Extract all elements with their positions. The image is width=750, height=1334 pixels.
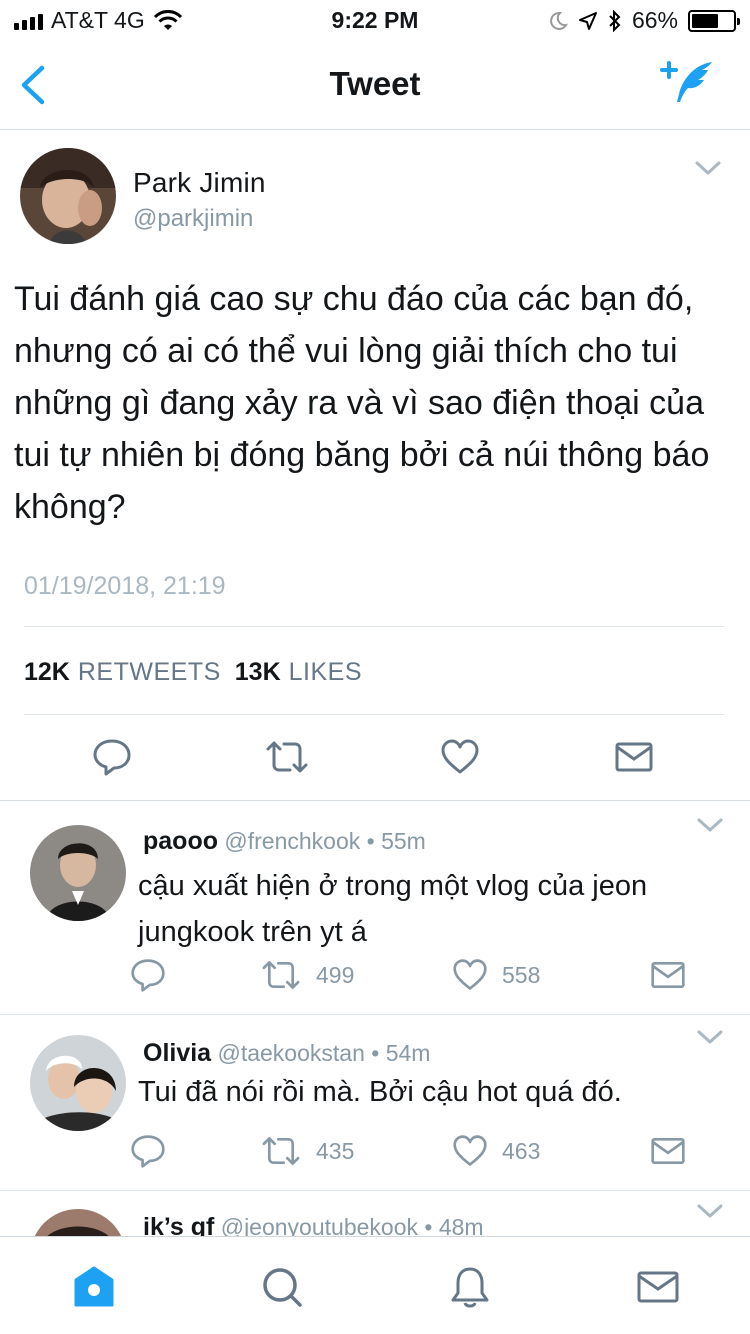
reply-actions: 435 463 xyxy=(130,1133,710,1173)
likes-stat[interactable]: 13K LIKES xyxy=(235,658,362,687)
retweet-count: 499 xyxy=(316,961,355,988)
reply-author-name[interactable]: ik’s gf xyxy=(143,1213,214,1236)
retweet-icon xyxy=(262,1137,300,1165)
likes-label: LIKES xyxy=(288,658,363,686)
tab-home[interactable] xyxy=(72,1265,116,1309)
reply-button[interactable] xyxy=(130,957,166,993)
divider xyxy=(24,714,724,715)
reply-header: paooo @frenchkook • 55m xyxy=(143,827,426,856)
reply-author-handle[interactable]: @taekookstan xyxy=(217,1040,364,1066)
likes-count: 13K xyxy=(234,658,281,686)
retweet-button[interactable]: 499 xyxy=(260,957,354,993)
chevron-down-icon[interactable] xyxy=(696,1203,724,1219)
tab-notifications[interactable] xyxy=(448,1265,492,1309)
chevron-down-icon[interactable] xyxy=(696,817,724,833)
bluetooth-icon xyxy=(609,9,621,32)
reply-icon xyxy=(93,739,131,776)
retweet-button[interactable]: 435 xyxy=(260,1133,354,1169)
page-title: Tweet xyxy=(329,65,421,102)
compose-tweet-button[interactable] xyxy=(660,56,720,108)
avatar-image xyxy=(20,148,116,244)
retweet-button[interactable] xyxy=(264,737,310,777)
message-button[interactable] xyxy=(650,1133,686,1169)
tab-bar xyxy=(0,1236,750,1334)
reply-button[interactable] xyxy=(130,1133,166,1169)
status-right: 66% xyxy=(548,7,740,34)
chevron-down-icon[interactable] xyxy=(694,160,722,176)
avatar-image xyxy=(30,1035,126,1131)
like-button[interactable]: 463 xyxy=(452,1133,540,1169)
author-name[interactable]: Park Jimin xyxy=(133,167,266,199)
chevron-down-icon[interactable] xyxy=(696,1029,724,1045)
tab-messages[interactable] xyxy=(636,1265,680,1309)
retweet-icon xyxy=(262,961,300,989)
reply-icon xyxy=(131,1135,165,1168)
tweet-stats: 12K RETWEETS 13K LIKES xyxy=(24,658,362,687)
avatar[interactable] xyxy=(30,825,126,921)
nav-bar: Tweet xyxy=(0,40,750,130)
reply-time: • 48m xyxy=(424,1214,484,1236)
like-count: 463 xyxy=(502,1137,541,1164)
reply-tweet[interactable]: ik’s gf @jeonyoutubekook • 48m xyxy=(0,1191,750,1236)
reply-author-handle[interactable]: @jeonyoutubekook xyxy=(221,1214,418,1236)
home-icon xyxy=(74,1266,114,1307)
like-button[interactable] xyxy=(440,737,480,777)
reply-author-name[interactable]: Olivia xyxy=(143,1039,211,1067)
retweets-stat[interactable]: 12K RETWEETS xyxy=(24,658,221,687)
reply-text: Tui đã nói rồi mà. Bởi cậu hot quá đó. xyxy=(138,1076,622,1108)
reply-icon xyxy=(131,959,165,992)
like-button[interactable]: 558 xyxy=(452,957,540,993)
envelope-icon xyxy=(615,742,653,772)
retweets-count: 12K xyxy=(24,658,70,686)
avatar[interactable] xyxy=(30,1035,126,1131)
envelope-icon xyxy=(651,1137,685,1165)
retweet-count: 435 xyxy=(316,1137,355,1164)
battery-percent: 66% xyxy=(631,7,678,33)
heart-icon xyxy=(453,1135,487,1166)
reply-header: Olivia @taekookstan • 54m xyxy=(143,1039,430,1068)
reply-tweet[interactable]: Olivia @taekookstan • 54m Tui đã nói rồi… xyxy=(0,1015,750,1191)
avatar-image xyxy=(30,1209,126,1236)
avatar[interactable] xyxy=(20,148,116,244)
retweets-label: RETWEETS xyxy=(77,658,221,686)
heart-icon xyxy=(453,959,487,990)
moon-icon xyxy=(550,11,568,30)
avatar-image xyxy=(30,825,126,921)
retweet-icon xyxy=(266,741,308,773)
reply-time: • 54m xyxy=(371,1040,431,1066)
bell-icon xyxy=(451,1267,489,1308)
compose-tweet-icon xyxy=(660,61,712,102)
reply-button[interactable] xyxy=(92,737,132,777)
tweet-actions xyxy=(0,731,750,785)
reply-author-handle[interactable]: @frenchkook xyxy=(224,828,360,854)
envelope-icon xyxy=(637,1271,679,1303)
tab-search[interactable] xyxy=(260,1265,304,1309)
heart-icon xyxy=(441,739,479,774)
tweet-timestamp: 01/19/2018, 21:19 xyxy=(24,572,226,600)
main-tweet: Park Jimin @parkjimin Tui đánh giá cao s… xyxy=(0,131,750,801)
reply-time: • 55m xyxy=(366,828,426,854)
message-button[interactable] xyxy=(614,737,654,777)
reply-header: ik’s gf @jeonyoutubekook • 48m xyxy=(143,1213,484,1236)
divider xyxy=(24,626,724,627)
reply-tweet[interactable]: paooo @frenchkook • 55m cậu xuất hiện ở … xyxy=(0,801,750,1015)
tweet-text: Tui đánh giá cao sự chu đáo của các bạn … xyxy=(14,280,710,526)
like-count: 558 xyxy=(502,961,541,988)
reply-actions: 499 558 xyxy=(130,957,710,997)
reply-author-name[interactable]: paooo xyxy=(143,827,218,855)
avatar[interactable] xyxy=(30,1209,126,1236)
reply-text: cậu xuất hiện ở trong một vlog của jeon … xyxy=(138,870,648,948)
location-arrow-icon xyxy=(578,11,597,30)
status-bar: AT&T 4G 9:22 PM 66% xyxy=(0,0,750,40)
author-handle[interactable]: @parkjimin xyxy=(133,205,253,233)
search-icon xyxy=(263,1268,302,1307)
battery-icon xyxy=(688,9,740,32)
message-button[interactable] xyxy=(650,957,686,993)
envelope-icon xyxy=(651,961,685,989)
